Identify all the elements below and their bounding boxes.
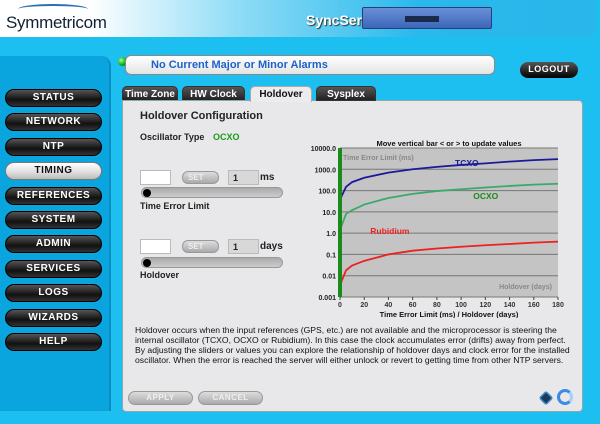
cursor-vertical-bar[interactable]: [338, 148, 342, 297]
slider-knob[interactable]: [143, 259, 151, 267]
inner-x-label: Holdover (days): [499, 284, 552, 291]
series-label-ocxo: OCXO: [473, 191, 498, 201]
header: Symmetricom SyncServer S250: [0, 0, 596, 37]
nav-wizards[interactable]: WIZARDS: [5, 308, 102, 327]
time-error-value: 1: [228, 170, 259, 185]
y-tick-label: 0.001: [318, 295, 336, 302]
x-tick-label: 40: [385, 302, 393, 309]
x-tick-label: 60: [409, 302, 417, 309]
time-error-unit: ms: [260, 172, 275, 183]
nav-admin[interactable]: ADMIN: [5, 235, 102, 254]
nav-help[interactable]: HELP: [5, 333, 102, 351]
series-label-rubidium: Rubidium: [370, 226, 410, 236]
oscillator-type-label: Oscillator Type: [140, 132, 205, 142]
holdover-slider[interactable]: [141, 257, 283, 268]
y-tick-label: 1.0: [326, 231, 336, 238]
time-error-label: Time Error Limit: [140, 201, 210, 211]
x-tick-label: 180: [552, 302, 564, 309]
x-tick-label: 140: [504, 302, 516, 309]
sidebar-nav: STATUS NETWORK NTP TIMING REFERENCES SYSTEM AD…: [0, 56, 111, 411]
slider-knob[interactable]: [143, 189, 151, 197]
refresh-icon[interactable]: [557, 389, 573, 405]
chart-title: Move vertical bar < or > to update value…: [376, 139, 521, 148]
y-tick-label: 10.0: [322, 210, 336, 217]
y-tick-label: 0.1: [326, 252, 336, 259]
device-image: [362, 7, 492, 29]
series-label-tcxo: TCXO: [455, 158, 479, 168]
x-axis-label: Time Error Limit (ms) / Holdover (days): [380, 310, 519, 318]
alarm-status-bar: No Current Major or Minor Alarms: [125, 55, 495, 75]
oscillator-type-value: OCXO: [213, 132, 240, 142]
time-error-input[interactable]: [140, 170, 171, 185]
tab-holdover[interactable]: Holdover: [250, 86, 312, 102]
x-tick-label: 20: [360, 302, 368, 309]
tab-sysplex[interactable]: Sysplex: [316, 86, 376, 101]
holdover-set-button[interactable]: SET: [182, 240, 219, 253]
inner-y-label: Time Error Limit (ms): [343, 155, 414, 162]
brand-logo: Symmetricom: [6, 13, 107, 32]
x-tick-label: 160: [528, 302, 540, 309]
y-tick-label: 10000.0: [311, 146, 336, 153]
nav-network[interactable]: NETWORK: [5, 113, 102, 132]
y-tick-label: 1000.0: [315, 167, 337, 174]
logout-button[interactable]: LOGOUT: [520, 62, 578, 78]
apply-button[interactable]: APPLY: [128, 391, 193, 405]
nav-references[interactable]: REFERENCES: [5, 186, 102, 205]
x-tick-label: 0: [338, 302, 342, 309]
tab-hw-clock[interactable]: HW Clock: [182, 86, 245, 101]
holdover-chart: 10000.0 1000.0 100.0 10.0 1.0 0.1 0.01 0.0010 20…: [311, 139, 564, 318]
y-tick-label: 100.0: [318, 189, 336, 196]
tab-time-zone[interactable]: Time Zone: [122, 86, 178, 101]
holdover-value: 1: [228, 239, 259, 254]
nav-timing[interactable]: TIMING: [5, 162, 102, 181]
y-tick-label: 0.01: [322, 274, 336, 281]
time-error-set-button[interactable]: SET: [182, 171, 219, 184]
nav-logs[interactable]: LOGS: [5, 284, 102, 303]
holdover-label: Holdover: [140, 270, 180, 280]
x-tick-label: 120: [479, 302, 491, 309]
plot-area: [340, 148, 558, 297]
nav-status[interactable]: STATUS: [5, 89, 102, 107]
x-tick-label: 100: [455, 302, 467, 309]
description-text: Holdover occurs when the input reference…: [135, 325, 570, 365]
cancel-button[interactable]: CANCEL: [198, 391, 263, 405]
nav-services[interactable]: SERVICES: [5, 259, 102, 278]
holdover-unit: days: [260, 241, 283, 252]
holdover-input[interactable]: [140, 239, 171, 254]
page-title: Holdover Configuration: [140, 110, 263, 122]
nav-ntp[interactable]: NTP: [5, 137, 102, 156]
time-error-slider[interactable]: [141, 187, 283, 198]
x-tick-label: 80: [433, 302, 441, 309]
nav-system[interactable]: SYSTEM: [5, 211, 102, 229]
